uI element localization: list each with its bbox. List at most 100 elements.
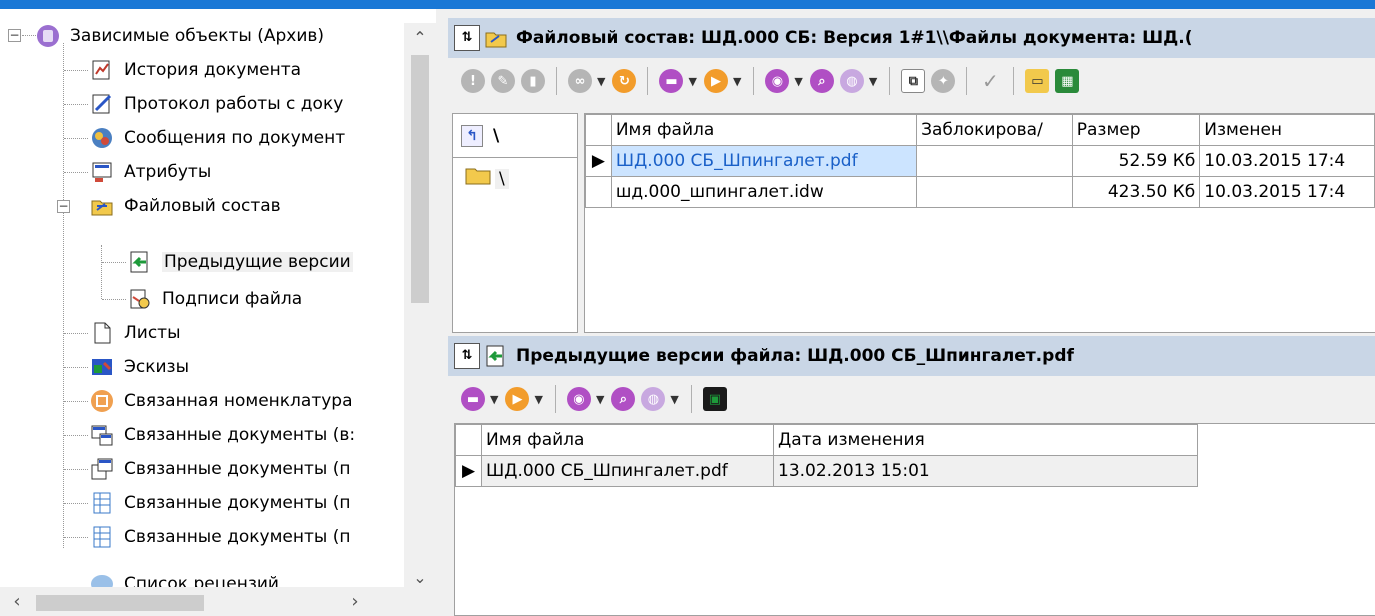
cell-filename[interactable]: ШД.000 СБ_Шпингалет.pdf [610, 145, 918, 177]
chevron-down-icon[interactable]: ▼ [688, 75, 696, 88]
tree-item-previous-versions[interactable]: Предыдущие версии [128, 245, 353, 279]
tree-item-linked-docs-1[interactable]: Связанные документы (в: [90, 418, 355, 452]
tree-vertical-scrollbar[interactable]: ⌃ ⌄ [404, 23, 436, 593]
tree-item-nomenclature[interactable]: Связанная номенклатура [90, 384, 353, 418]
link-button-icon[interactable]: ∞ [568, 69, 592, 93]
tree-item-sheets[interactable]: Листы [90, 316, 181, 350]
copy-button-icon[interactable]: ⧉ [901, 69, 926, 93]
tree-item-history[interactable]: История документа [90, 53, 301, 87]
cell-locked[interactable] [916, 145, 1073, 177]
folder-item-label: \ [495, 168, 509, 189]
toolbar-separator [966, 67, 968, 95]
table-row[interactable]: ▶ ШД.000 СБ_Шпингалет.pdf 52.59 Кб 10.03… [585, 145, 1375, 177]
view-button-icon[interactable]: ◉ [765, 69, 790, 93]
tree-item-protocol[interactable]: Протокол работы с доку [90, 87, 343, 121]
save-button-icon[interactable]: ▣ [702, 387, 727, 411]
sign-button-icon[interactable]: ✦ [931, 69, 956, 93]
tree-item-file-signatures[interactable]: Подписи файла [128, 282, 302, 316]
cell-filename[interactable]: шд.000_шпингалет.idw [610, 176, 918, 208]
chevron-down-icon[interactable]: ▼ [596, 393, 604, 406]
column-header-modified[interactable]: Изменен [1199, 114, 1375, 146]
toolbar-separator [889, 67, 891, 95]
tree-guide-line [64, 401, 88, 402]
column-header-filename[interactable]: Имя файла [481, 424, 774, 456]
tree-item-reviews[interactable]: Список рецензий [90, 564, 279, 587]
cell-size[interactable]: 52.59 Кб [1071, 145, 1201, 177]
delete-button-icon[interactable]: ▮ [521, 69, 545, 93]
tree-item-label: Список рецензий [124, 574, 279, 587]
scroll-up-arrow-icon[interactable]: ⌃ [404, 23, 436, 53]
scroll-left-arrow-icon[interactable]: ‹ [0, 587, 34, 616]
up-folder-icon[interactable]: ↰ [461, 124, 483, 147]
folder-item-root[interactable]: \ [453, 158, 577, 191]
sort-toggle-button[interactable]: ⇅ [454, 343, 480, 369]
print-button-icon[interactable]: ▬ [461, 387, 485, 411]
play-button-icon[interactable]: ▶ [505, 387, 530, 411]
chevron-down-icon[interactable]: ▼ [490, 393, 498, 406]
tree-item-messages[interactable]: Сообщения по документ [90, 121, 345, 155]
tree-guide-line [64, 333, 88, 334]
column-header-filename[interactable]: Имя файла [610, 114, 918, 146]
folder-button-icon[interactable]: ▭ [1025, 69, 1050, 93]
scroll-thumb[interactable] [36, 595, 204, 611]
column-header-date-modified[interactable]: Дата изменения [773, 424, 1198, 456]
row-indicator-header [455, 424, 482, 456]
search-button-icon[interactable]: ⌕ [809, 69, 834, 93]
tree-item-linked-docs-2[interactable]: Связанные документы (п [90, 452, 350, 486]
chevron-down-icon[interactable]: ▼ [733, 75, 741, 88]
cell-modified[interactable]: 10.03.2015 17:4 [1199, 145, 1375, 177]
tree-item-file-composition[interactable]: Файловый состав [90, 189, 281, 223]
export-button-icon[interactable]: ▦ [1055, 69, 1080, 93]
tree-item-linked-docs-3[interactable]: Связанные документы (п [90, 486, 350, 520]
tree-guide-line [22, 35, 36, 36]
chevron-down-icon[interactable]: ▼ [670, 393, 678, 406]
cell-filename[interactable]: ШД.000 СБ_Шпингалет.pdf [481, 455, 774, 487]
web-button-icon[interactable]: ◍ [641, 387, 666, 411]
tree-item-linked-docs-4[interactable]: Связанные документы (п [90, 520, 350, 554]
table-row[interactable]: шд.000_шпингалет.idw 423.50 Кб 10.03.201… [585, 176, 1375, 208]
tree-item-label: Сообщения по документ [124, 128, 346, 148]
info-button-icon[interactable]: ! [461, 69, 485, 93]
edit-button-icon[interactable]: ✎ [491, 69, 515, 93]
sort-toggle-button[interactable]: ⇅ [454, 25, 480, 51]
tree-item-sketches[interactable]: Эскизы [90, 350, 189, 384]
view-button-icon[interactable]: ◉ [566, 387, 591, 411]
chevron-down-icon[interactable]: ▼ [597, 75, 605, 88]
cell-locked[interactable] [916, 176, 1073, 208]
collapse-root-button[interactable]: − [8, 29, 21, 42]
chevron-down-icon[interactable]: ▼ [794, 75, 802, 88]
scroll-corner [404, 587, 436, 616]
search-button-icon[interactable]: ⌕ [611, 387, 636, 411]
protocol-icon [90, 92, 114, 116]
tree-item-dependent-objects[interactable]: Зависимые объекты (Архив) [36, 19, 324, 53]
tree-item-attributes[interactable]: Атрибуты [90, 155, 211, 189]
file-folder-icon [90, 194, 114, 218]
right-pane: ⇅ Файловый состав: ШД.000 СБ: Версия 1#1… [448, 9, 1375, 616]
collapse-files-button[interactable]: − [57, 200, 70, 213]
window-top-bar [0, 0, 1375, 9]
navigation-tree: − Зависимые объекты (Архив) История доку… [0, 9, 436, 616]
column-header-size[interactable]: Размер [1071, 114, 1201, 146]
chevron-down-icon[interactable]: ▼ [869, 75, 877, 88]
scroll-right-arrow-icon[interactable]: › [338, 587, 372, 616]
play-button-icon[interactable]: ▶ [703, 69, 728, 93]
tree-item-label: Связанные документы (в: [124, 425, 356, 445]
cell-date-modified[interactable]: 13.02.2013 15:01 [773, 455, 1198, 487]
panel-splitter[interactable] [436, 9, 448, 616]
cell-size[interactable]: 423.50 Кб [1071, 176, 1201, 208]
check-button-icon[interactable]: ✓ [978, 69, 1002, 93]
scroll-thumb[interactable] [411, 55, 429, 303]
tree-item-label: Связанные документы (п [124, 493, 351, 513]
web-button-icon[interactable]: ◍ [839, 69, 864, 93]
previous-versions-title-bar: ⇅ Предыдущие версии файла: ШД.000 СБ_Шпи… [448, 336, 1375, 376]
column-header-locked[interactable]: Заблокирова/ [916, 114, 1073, 146]
print-button-icon[interactable]: ▬ [659, 69, 684, 93]
tree-horizontal-scrollbar[interactable]: ‹ › [0, 587, 404, 616]
refresh-button-icon[interactable]: ↻ [612, 69, 637, 93]
toolbar-separator [753, 67, 755, 95]
chevron-down-icon[interactable]: ▼ [534, 393, 542, 406]
tree-item-label: Файловый состав [124, 196, 281, 216]
table-row[interactable]: ▶ ШД.000 СБ_Шпингалет.pdf 13.02.2013 15:… [455, 455, 1198, 487]
sheet-icon [90, 321, 114, 345]
cell-modified[interactable]: 10.03.2015 17:4 [1199, 176, 1375, 208]
